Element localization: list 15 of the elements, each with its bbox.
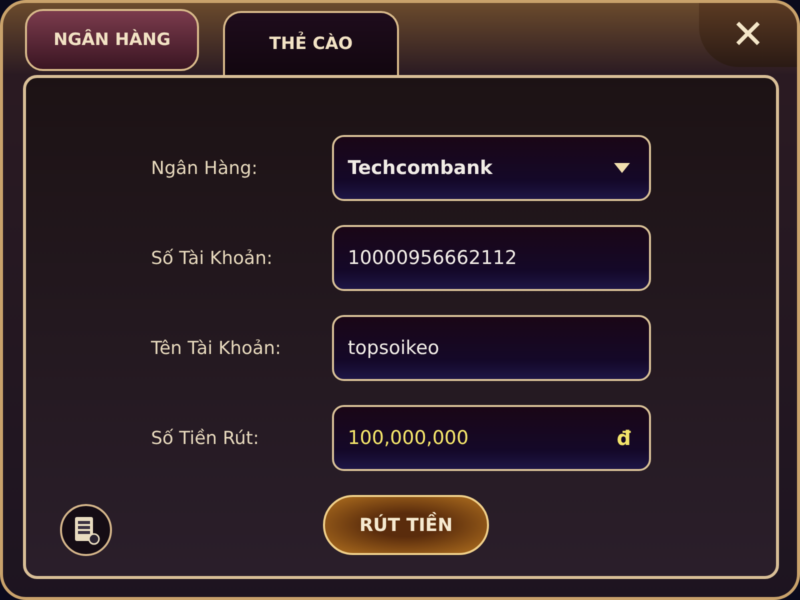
close-button[interactable]: ✕ [699,3,797,67]
dropdown-caret-icon [613,162,631,174]
input-field[interactable]: 10000956662112 [332,225,651,291]
tab[interactable]: NGÂN HÀNG [25,9,199,71]
input-field[interactable]: 100,000,000 đ [332,405,651,471]
history-button[interactable] [60,504,112,556]
input-field[interactable]: topsoikeo [332,315,651,381]
bank-select[interactable]: Techcombank [332,135,651,201]
field-label: Số Tiền Rút: [151,428,260,448]
field-label: Ngân Hàng: [151,158,259,178]
tab[interactable]: THẺ CÀO [223,11,399,75]
field-label: Số Tài Khoản: [151,248,274,268]
field-label: Tên Tài Khoản: [151,338,282,358]
currency-unit: đ [616,426,631,450]
withdraw-button[interactable]: RÚT TIỀN [323,495,489,555]
